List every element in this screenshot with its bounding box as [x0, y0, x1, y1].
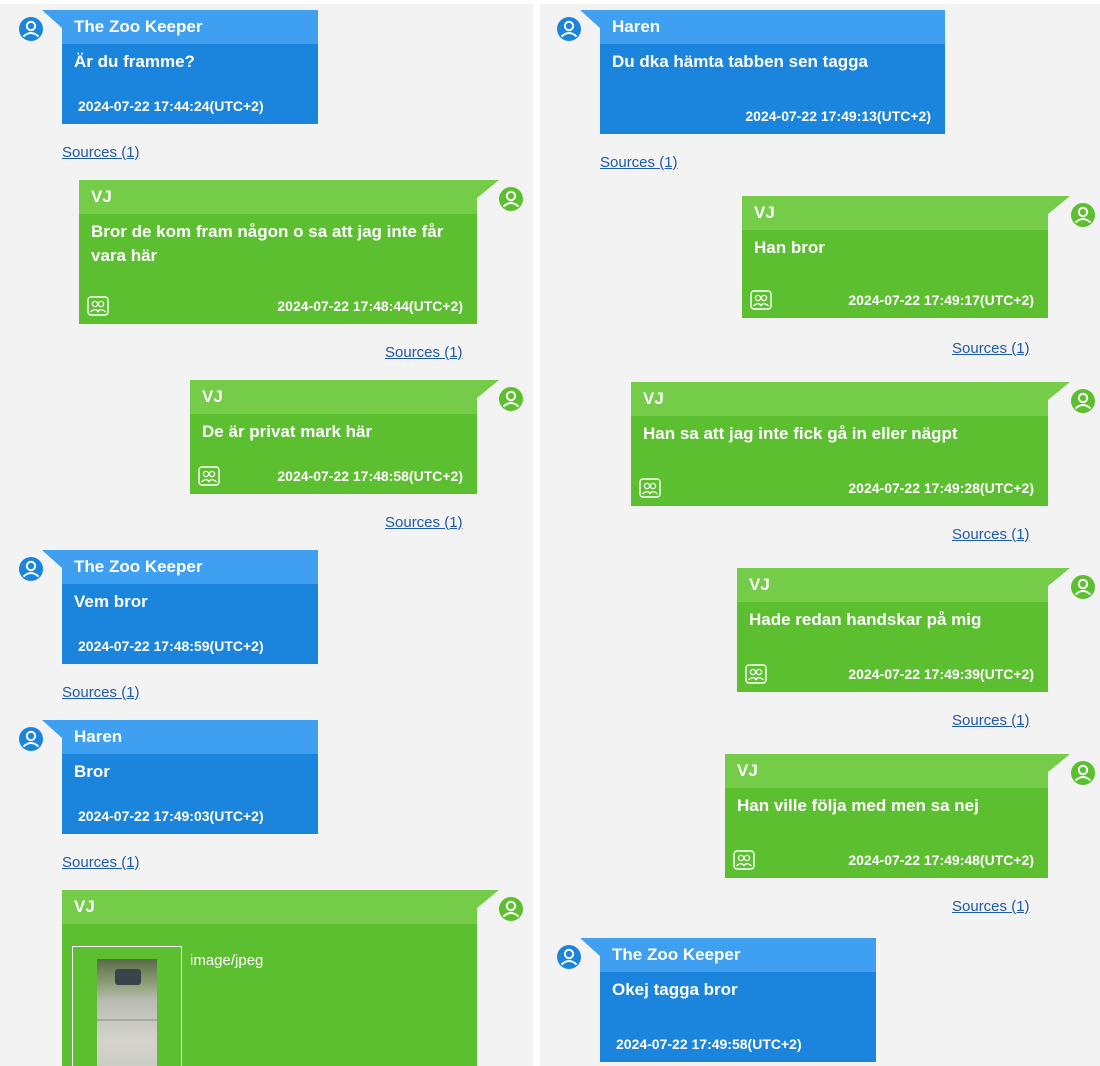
message-bubble: Haren Bror 2024-07-22 17:49:03(UTC+2): [62, 720, 318, 834]
sources-link[interactable]: Sources (1): [62, 144, 140, 161]
message-text: Du dka hämta tabben sen tagga: [612, 52, 868, 71]
chat-panel-left[interactable]: The Zoo Keeper Är du framme? 2024-07-22 …: [0, 4, 533, 1066]
message-timestamp: 2024-07-22 17:49:39(UTC+2): [848, 666, 1034, 682]
sender-name: The Zoo Keeper: [600, 938, 876, 972]
sources-link[interactable]: Sources (1): [952, 712, 1030, 729]
chat-panel-right[interactable]: Haren Du dka hämta tabben sen tagga 2024…: [540, 4, 1100, 1066]
message-timestamp: 2024-07-22 17:49:28(UTC+2): [848, 480, 1034, 496]
sender-name: VJ: [742, 196, 1048, 230]
message-text: Han sa att jag inte fick gå in eller näg…: [643, 424, 958, 443]
sender-name: Haren: [62, 720, 318, 754]
message-text: Han bror: [754, 238, 825, 257]
sender-name: VJ: [190, 380, 477, 414]
user-avatar-icon: [498, 896, 524, 922]
participants-icon: [198, 466, 220, 486]
participants-icon: [745, 664, 767, 684]
sender-name: The Zoo Keeper: [62, 10, 318, 44]
sources-link[interactable]: Sources (1): [952, 340, 1030, 357]
message-timestamp: 2024-07-22 17:49:58(UTC+2): [616, 1036, 802, 1052]
message-text: Bror: [74, 762, 110, 781]
user-avatar-icon: [1070, 202, 1096, 228]
message-bubble: VJ Han sa att jag inte fick gå in eller …: [631, 382, 1048, 506]
sender-name: Haren: [600, 10, 945, 44]
message-bubble: VJ image/jpeg: [62, 890, 477, 1066]
message-bubble: VJ Hade redan handskar på mig 2024-07-22…: [737, 568, 1048, 692]
message-timestamp: 2024-07-22 17:44:24(UTC+2): [78, 98, 264, 114]
sender-name: VJ: [737, 568, 1048, 602]
user-avatar-icon: [556, 16, 582, 42]
user-avatar-icon: [18, 16, 44, 42]
user-avatar-icon: [556, 944, 582, 970]
message-text: Bror de kom fram någon o sa att jag inte…: [91, 222, 444, 265]
message-bubble: VJ Bror de kom fram någon o sa att jag i…: [79, 180, 477, 324]
user-avatar-icon: [18, 726, 44, 752]
sender-name: The Zoo Keeper: [62, 550, 318, 584]
image-thumbnail[interactable]: [97, 959, 157, 1066]
user-avatar-icon: [1070, 574, 1096, 600]
sources-link[interactable]: Sources (1): [62, 854, 140, 871]
message-timestamp: 2024-07-22 17:49:13(UTC+2): [745, 108, 931, 124]
sources-link[interactable]: Sources (1): [952, 526, 1030, 543]
sources-link[interactable]: Sources (1): [62, 684, 140, 701]
message-text: Är du framme?: [74, 52, 195, 71]
sender-name: VJ: [631, 382, 1048, 416]
sources-link[interactable]: Sources (1): [385, 344, 463, 361]
sources-link[interactable]: Sources (1): [952, 898, 1030, 915]
message-bubble: The Zoo Keeper Är du framme? 2024-07-22 …: [62, 10, 318, 124]
attachment-type: image/jpeg: [190, 952, 264, 969]
message-timestamp: 2024-07-22 17:49:48(UTC+2): [848, 852, 1034, 868]
message-timestamp: 2024-07-22 17:49:03(UTC+2): [78, 808, 264, 824]
message-text: Okej tagga bror: [612, 980, 738, 999]
image-attachment[interactable]: [72, 946, 182, 1066]
participants-icon: [639, 478, 661, 498]
sender-name: VJ: [62, 890, 477, 924]
sources-link[interactable]: Sources (1): [600, 154, 678, 171]
message-text: Han ville följa med men sa nej: [737, 796, 979, 815]
message-text: Vem bror: [74, 592, 148, 611]
message-timestamp: 2024-07-22 17:48:58(UTC+2): [277, 468, 463, 484]
message-bubble: VJ De är privat mark här 2024-07-22 17:4…: [190, 380, 477, 494]
message-text: Hade redan handskar på mig: [749, 610, 982, 629]
sender-name: VJ: [79, 180, 477, 214]
message-bubble: VJ Han bror 2024-07-22 17:49:17(UTC+2): [742, 196, 1048, 318]
message-timestamp: 2024-07-22 17:48:59(UTC+2): [78, 638, 264, 654]
message-bubble: VJ Han ville följa med men sa nej 2024-0…: [725, 754, 1048, 878]
participants-icon: [750, 290, 772, 310]
message-text: De är privat mark här: [202, 422, 373, 441]
user-avatar-icon: [498, 186, 524, 212]
message-bubble: The Zoo Keeper Vem bror 2024-07-22 17:48…: [62, 550, 318, 664]
sources-link[interactable]: Sources (1): [385, 514, 463, 531]
user-avatar-icon: [1070, 388, 1096, 414]
participants-icon: [87, 296, 109, 316]
message-bubble: The Zoo Keeper Okej tagga bror 2024-07-2…: [600, 938, 876, 1062]
user-avatar-icon: [1070, 760, 1096, 786]
user-avatar-icon: [18, 556, 44, 582]
message-timestamp: 2024-07-22 17:48:44(UTC+2): [277, 298, 463, 314]
message-timestamp: 2024-07-22 17:49:17(UTC+2): [848, 292, 1034, 308]
message-bubble: Haren Du dka hämta tabben sen tagga 2024…: [600, 10, 945, 134]
user-avatar-icon: [498, 386, 524, 412]
participants-icon: [733, 850, 755, 870]
sender-name: VJ: [725, 754, 1048, 788]
